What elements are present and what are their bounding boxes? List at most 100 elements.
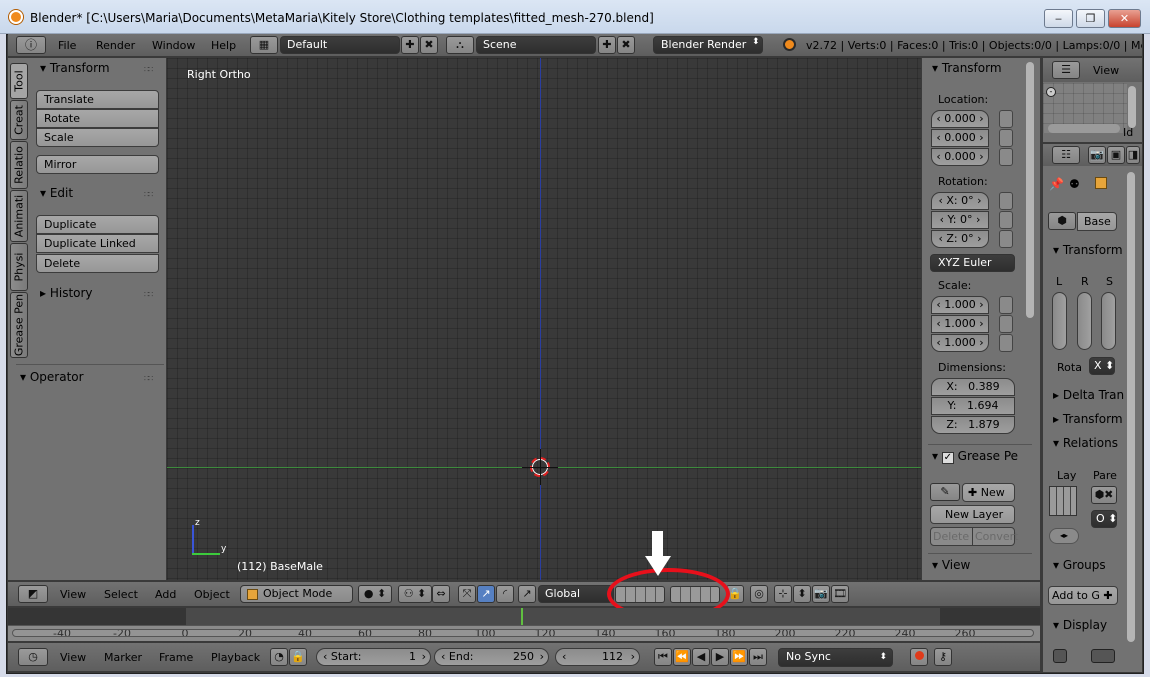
delete-button[interactable]: Delete (36, 254, 159, 273)
outliner-editor-icon[interactable]: ☰ (1052, 61, 1080, 79)
view3d-editor-icon[interactable]: ◩ (18, 585, 48, 603)
mirror-button[interactable]: Mirror (36, 155, 159, 174)
translate-manipulator-icon[interactable]: ⤧ (458, 585, 476, 603)
snap-toggle-icon[interactable]: ⊹ (774, 585, 792, 603)
parent-object-icon[interactable]: ⬢✖ (1091, 486, 1117, 504)
scene-icon[interactable]: ⛬ (446, 36, 474, 54)
view-panel-title[interactable]: ▾ View (932, 558, 970, 572)
timeline-menu-marker[interactable]: Marker (104, 651, 142, 664)
location-slider[interactable] (1052, 292, 1067, 350)
minimize-button[interactable]: ‒ (1044, 9, 1073, 28)
editor-type-icon[interactable]: ⓘ (16, 36, 46, 54)
duplicate-linked-button[interactable]: Duplicate Linked (36, 234, 159, 253)
layer-link-icon[interactable]: ◂▸ (1049, 528, 1079, 544)
outliner-view-menu[interactable]: View (1093, 64, 1119, 77)
layout-add-icon[interactable]: ✚ (401, 36, 419, 54)
pivot-point-icon[interactable]: ⚇ ⬍ (398, 585, 432, 603)
timeline-scrollbar[interactable] (12, 629, 1034, 637)
rotation-slider[interactable] (1077, 292, 1092, 350)
timeline-strip[interactable] (8, 608, 1040, 625)
tab-animation[interactable]: Animati (10, 190, 28, 242)
scale-slider[interactable] (1101, 292, 1116, 350)
transform-orientation-dropdown[interactable]: Global (538, 585, 614, 603)
view3d-menu-object[interactable]: Object (194, 588, 230, 601)
dimension-y-field[interactable]: Y: 1.694 (931, 397, 1015, 415)
tab-physics[interactable]: Physi (10, 243, 28, 291)
preview-range-icon[interactable]: ◔ (270, 648, 288, 666)
object-name-field[interactable]: Base (1077, 212, 1117, 231)
opengl-render-icon[interactable]: 📷 (812, 585, 830, 603)
maximize-button[interactable]: ❐ (1076, 9, 1105, 28)
lock-location-y-icon[interactable] (999, 129, 1013, 147)
close-button[interactable]: ✕ (1108, 9, 1141, 28)
new-layer-button[interactable]: New Layer (930, 505, 1015, 524)
scale-manipulator-icon[interactable]: ◜ (496, 585, 514, 603)
transform-orientation-icon[interactable]: ↗ (518, 585, 536, 603)
tab-create[interactable]: Creat (10, 100, 28, 140)
rotate-manipulator-icon[interactable]: ↗ (477, 585, 495, 603)
proportional-edit-icon[interactable]: ◎ (750, 585, 768, 603)
grease-pencil-icon[interactable]: ✎ (930, 483, 960, 501)
lock-scale-z-icon[interactable] (999, 334, 1013, 352)
screen-layout-icon[interactable]: ▦ (250, 36, 278, 54)
display-dropdown-icon[interactable] (1091, 649, 1115, 663)
operator-panel-title[interactable]: ▾ Operator (20, 370, 84, 384)
tab-relations[interactable]: Relatio (10, 141, 28, 189)
start-frame-field[interactable]: ‹ Start: 1 › (316, 648, 431, 666)
play-icon[interactable]: ▶ (711, 648, 729, 666)
viewport-shading-icon[interactable]: ● ⬍ (358, 585, 392, 603)
world-icon[interactable]: ⚉ (1069, 177, 1080, 191)
relations-title[interactable]: ▾ Relations (1053, 436, 1133, 450)
transform-locks-title[interactable]: ▸ Transform (1053, 412, 1133, 426)
view3d-menu-view[interactable]: View (60, 588, 86, 601)
timeline-menu-playback[interactable]: Playback (211, 651, 260, 664)
panel-grip-icon[interactable]: ∷∷ (144, 290, 153, 299)
scene-add-icon[interactable]: ✚ (598, 36, 616, 54)
layout-field[interactable]: Default (280, 36, 400, 54)
rotation-x-field[interactable]: ‹ X: 0° › (931, 192, 989, 210)
lock-location-x-icon[interactable] (999, 110, 1013, 128)
play-reverse-icon[interactable]: ◀ (692, 648, 710, 666)
object-cube-icon[interactable] (1095, 177, 1107, 189)
grease-new-button[interactable]: ✚ New (962, 483, 1015, 502)
scale-button[interactable]: Scale (36, 128, 159, 147)
view3d-menu-select[interactable]: Select (104, 588, 138, 601)
lock-scale-y-icon[interactable] (999, 315, 1013, 333)
menu-help[interactable]: Help (211, 39, 236, 52)
timeline-editor-icon[interactable]: ◷ (18, 648, 48, 666)
timeline-menu-frame[interactable]: Frame (159, 651, 193, 664)
outliner-collapse-icon[interactable]: - (1046, 87, 1056, 97)
location-x-field[interactable]: ‹ 0.000 › (931, 110, 989, 128)
lock-rotation-z-icon[interactable] (999, 230, 1013, 248)
grease-pencil-title[interactable]: ▾ ✓ Grease Pe (932, 449, 1018, 464)
scale-y-field[interactable]: ‹ 1.000 › (931, 315, 989, 333)
tab-grease-pencil[interactable]: Grease Pen (10, 292, 28, 358)
jump-start-icon[interactable]: ⏮ (654, 648, 672, 666)
edit-panel-title[interactable]: ▾ Edit (40, 186, 73, 200)
history-panel-title[interactable]: ▸ History (40, 286, 93, 300)
dimension-z-field[interactable]: Z: 1.879 (931, 416, 1015, 434)
translate-button[interactable]: Translate (36, 90, 159, 109)
n-transform-title[interactable]: ▾ Transform (932, 61, 1002, 75)
keying-set-icon[interactable]: ⚷ (934, 648, 952, 666)
n-panel-scrollbar[interactable] (1026, 62, 1034, 318)
scale-x-field[interactable]: ‹ 1.000 › (931, 296, 989, 314)
opengl-animation-icon[interactable]: 🎞 (831, 585, 849, 603)
sync-mode-dropdown[interactable]: No Sync ⬍ (778, 648, 893, 667)
transform-panel-title[interactable]: ▾ Transform (40, 61, 110, 75)
rotation-z-field[interactable]: ‹ Z: 0° › (931, 230, 989, 248)
jump-end-icon[interactable]: ⏭ (749, 648, 767, 666)
snap-element-icon[interactable]: ⬍ (793, 585, 811, 603)
scene-remove-icon[interactable]: ✖ (617, 36, 635, 54)
manipulator-toggle-icon[interactable]: ⇔ (432, 585, 450, 603)
location-z-field[interactable]: ‹ 0.000 › (931, 148, 989, 166)
view3d-menu-add[interactable]: Add (155, 588, 176, 601)
pin-icon[interactable]: 📌 (1049, 177, 1064, 191)
jump-prev-keyframe-icon[interactable]: ⏪ (673, 648, 691, 666)
time-lock-icon[interactable]: 🔒 (289, 648, 307, 666)
record-keyframe-icon[interactable] (910, 648, 928, 666)
duplicate-button[interactable]: Duplicate (36, 215, 159, 234)
delta-transform-title[interactable]: ▸ Delta Tran (1053, 388, 1133, 402)
render-layers-tab-icon[interactable]: ▣ (1107, 146, 1125, 164)
display-title[interactable]: ▾ Display (1053, 618, 1107, 632)
